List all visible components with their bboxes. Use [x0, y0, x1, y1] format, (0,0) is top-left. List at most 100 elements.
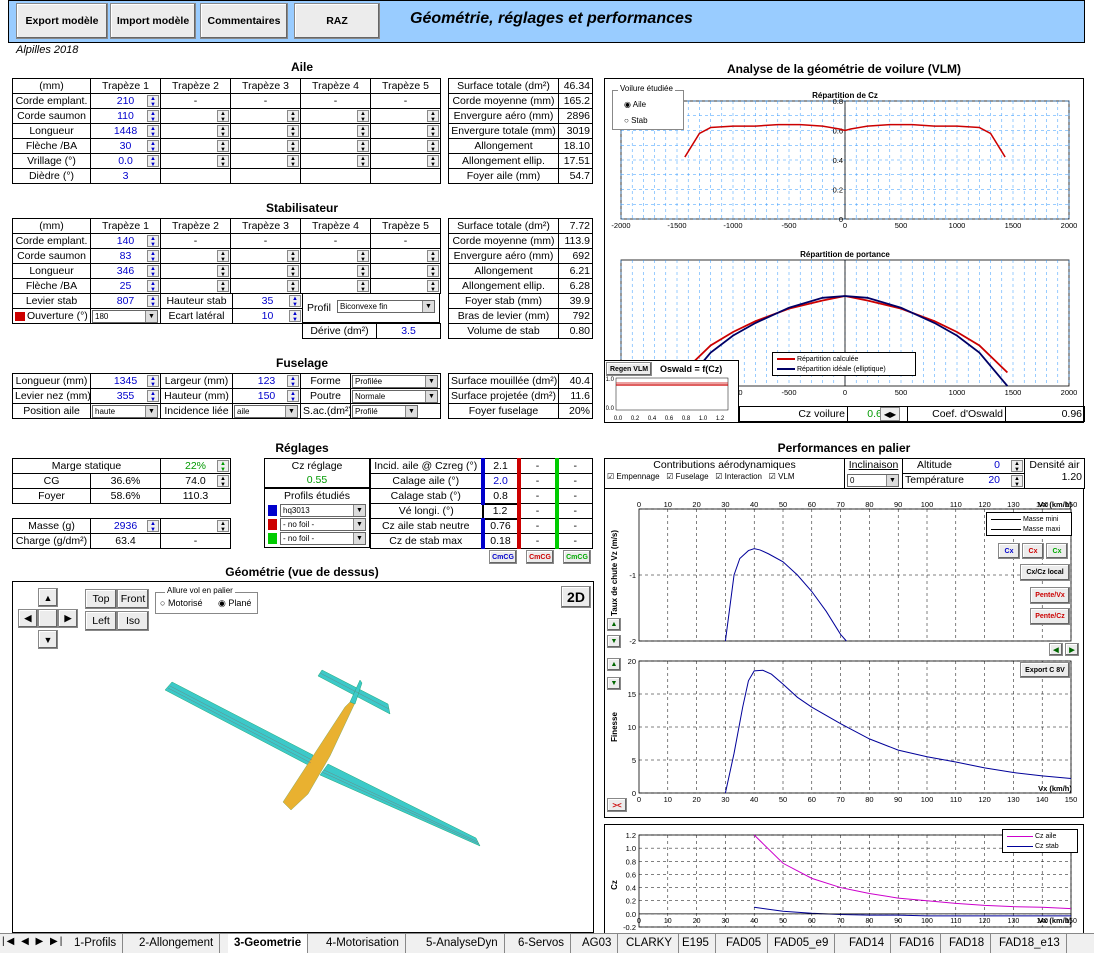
inclinaison-select[interactable]: 0	[847, 474, 899, 487]
allure-motorise-radio[interactable]: ○ Motorisé	[160, 598, 202, 608]
ouverture-select[interactable]: 180	[90, 308, 161, 324]
scroll-right-button[interactable]: ▶	[1065, 643, 1079, 656]
stab-cell[interactable]	[160, 278, 231, 294]
comments-button[interactable]: Commentaires	[200, 3, 288, 39]
profil3-select[interactable]: - no foil -	[280, 532, 366, 545]
aile-cell[interactable]: 3	[90, 168, 161, 184]
pente-vx-button[interactable]: Pente/Vx	[1030, 587, 1070, 604]
contrib-interaction[interactable]: ☑ Interaction	[715, 472, 762, 481]
incidence-select[interactable]: aile	[232, 403, 301, 419]
stab-cell[interactable]	[300, 263, 371, 279]
stab-cell[interactable]	[300, 278, 371, 294]
voilure-aile-radio[interactable]: ◉ Aile	[624, 100, 646, 109]
contrib-vlm[interactable]: ☑ VLM	[769, 472, 795, 481]
aile-cell[interactable]	[160, 108, 231, 124]
view-iso-button[interactable]: Iso	[117, 611, 149, 631]
aile-cell[interactable]	[370, 168, 441, 184]
sheet-tab-fad05[interactable]: FAD05	[720, 934, 769, 953]
sheet-tab-6-servos[interactable]: 6-Servos	[512, 934, 572, 953]
incid-value[interactable]: 1.2	[481, 502, 520, 520]
aile-cell[interactable]	[300, 153, 371, 169]
cx-button-red[interactable]: Cx	[1022, 543, 1044, 559]
pan-up-button[interactable]: ▲	[38, 588, 58, 607]
sheet-tab-e195[interactable]: E195	[676, 934, 716, 953]
sheet-tab-1-profils[interactable]: 1-Profils	[68, 934, 124, 953]
scroll-up-button-1[interactable]: ▲	[607, 618, 621, 631]
aile-cell[interactable]: 0.0	[90, 153, 161, 169]
stab-cell[interactable]: 25	[90, 278, 161, 294]
aile-cell[interactable]: -	[230, 93, 301, 109]
aile-cell[interactable]	[370, 138, 441, 154]
stab-cell[interactable]	[230, 278, 301, 294]
sheet-tab-fad18-e13[interactable]: FAD18_e13	[993, 934, 1067, 953]
stab-cell[interactable]: 83	[90, 248, 161, 264]
pan-left-button[interactable]: ◀	[18, 609, 38, 628]
aile-cell[interactable]	[160, 138, 231, 154]
aile-cell[interactable]: 1448	[90, 123, 161, 139]
cx-button-blue[interactable]: Cx	[998, 543, 1020, 559]
profil2-select[interactable]: - no foil -	[280, 518, 366, 531]
contrib-fuselage[interactable]: ☑ Fuselage	[666, 472, 708, 481]
stab-cell[interactable]	[370, 278, 441, 294]
sheet-tab-4-motorisation[interactable]: 4-Motorisation	[320, 934, 406, 953]
scroll-down-button-2[interactable]: ▼	[607, 677, 621, 690]
aile-cell[interactable]	[300, 138, 371, 154]
profil1-select[interactable]: hq3013	[280, 504, 366, 517]
incid-value[interactable]: 2.0	[480, 473, 519, 489]
collapse-button[interactable]: ><	[607, 798, 627, 812]
sheet-tab-fad05-e9[interactable]: FAD05_e9	[768, 934, 836, 953]
scroll-left-button[interactable]: ◀	[1049, 643, 1063, 656]
stab-cell[interactable]	[370, 248, 441, 264]
marge-cell[interactable]: 22%	[160, 458, 231, 474]
stab-cell[interactable]	[370, 263, 441, 279]
sheet-tab-5-analysedyn[interactable]: 5-AnalyseDyn	[420, 934, 505, 953]
aile-cell[interactable]	[230, 138, 301, 154]
aile-cell[interactable]: 30	[90, 138, 161, 154]
forme-select[interactable]: Profilée	[350, 373, 441, 389]
stab-cell[interactable]	[300, 248, 371, 264]
czreg-value[interactable]: 0.55	[264, 474, 370, 486]
longueur-cell[interactable]: 1345	[90, 373, 161, 389]
sac-select[interactable]: Profilé	[350, 403, 441, 419]
aile-cell[interactable]	[370, 108, 441, 124]
aile-cell[interactable]	[230, 153, 301, 169]
mode-2d-button[interactable]: 2D	[561, 586, 591, 608]
aile-cell[interactable]	[230, 108, 301, 124]
sheet-tab-fad18[interactable]: FAD18	[943, 934, 992, 953]
aile-cell[interactable]: -	[300, 93, 371, 109]
pente-cz-button[interactable]: Pente/Cz	[1030, 608, 1070, 625]
sheet-tab-3-geometrie[interactable]: 3-Geometrie	[228, 934, 309, 953]
aile-cell[interactable]	[230, 168, 301, 184]
stab-cell[interactable]: 346	[90, 263, 161, 279]
aile-cell[interactable]: 210	[90, 93, 161, 109]
aile-cell[interactable]	[230, 123, 301, 139]
sheet-tab-fad14[interactable]: FAD14	[843, 934, 892, 953]
cmcg-button-2[interactable]: CmCG	[526, 550, 554, 564]
altitude-value[interactable]: 0	[994, 460, 1000, 472]
stab-cell[interactable]	[230, 263, 301, 279]
pan-down-button[interactable]: ▼	[38, 630, 58, 649]
profil-select[interactable]: Biconvexe fin	[337, 300, 435, 313]
sheet-tab-ag03[interactable]: AG03	[576, 934, 619, 953]
masse-cell[interactable]: 2936	[90, 518, 161, 534]
stab-cell[interactable]	[230, 248, 301, 264]
aile-cell[interactable]	[160, 168, 231, 184]
largeur-cell[interactable]: 123	[232, 373, 301, 389]
tab-nav-buttons[interactable]: |◀ ◀ ▶ ▶|	[2, 936, 64, 947]
temperature-value[interactable]: 20	[988, 474, 1000, 486]
stab-cell[interactable]: -	[370, 233, 441, 249]
stab-cell[interactable]	[160, 263, 231, 279]
stab-cell[interactable]: -	[160, 233, 231, 249]
masse-cell-2[interactable]	[160, 518, 231, 534]
levier-stab-cell[interactable]: 807	[90, 293, 161, 309]
aile-cell[interactable]: -	[370, 93, 441, 109]
aile-cell[interactable]	[300, 168, 371, 184]
ecart-cell[interactable]: 10	[232, 308, 303, 324]
aile-cell[interactable]	[370, 123, 441, 139]
aile-cell[interactable]	[370, 153, 441, 169]
pan-center-button[interactable]	[38, 609, 58, 628]
aile-cell[interactable]	[300, 123, 371, 139]
aile-cell[interactable]	[160, 123, 231, 139]
cxcz-local-button[interactable]: Cx/Cz local	[1020, 564, 1070, 581]
pan-right-button[interactable]: ▶	[58, 609, 78, 628]
